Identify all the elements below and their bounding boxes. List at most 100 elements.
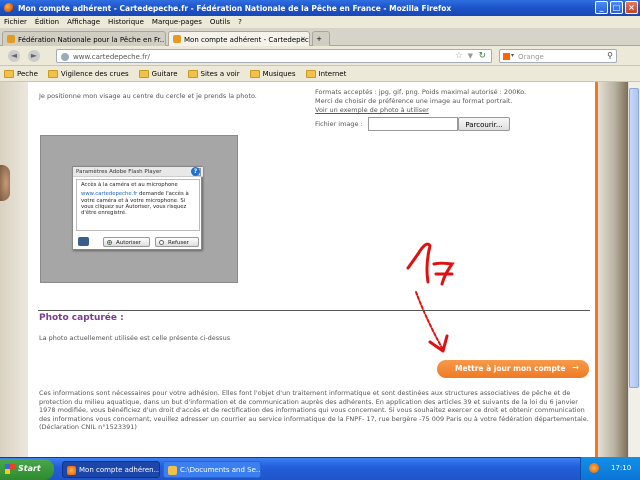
site-identity-icon bbox=[61, 53, 69, 61]
flash-heading: Accès à la caméra et au microphone bbox=[81, 182, 178, 188]
url-bar[interactable]: www.cartedepeche.fr/ ☆ ▼ ↻ bbox=[56, 49, 492, 63]
deny-button[interactable]: Refuser bbox=[155, 237, 199, 247]
menu-bar: Fichier Édition Affichage Historique Mar… bbox=[0, 16, 640, 28]
bookmark-star-icon[interactable]: ☆ bbox=[455, 51, 463, 61]
taskbar-item-explorer[interactable]: C:\Documents and Se... bbox=[163, 461, 261, 478]
tab-federation[interactable]: Fédération Nationale pour la Pêche en Fr… bbox=[2, 31, 166, 46]
firefox-icon bbox=[67, 466, 76, 475]
minimize-button[interactable]: _ bbox=[595, 1, 608, 14]
menu-affichage[interactable]: Affichage bbox=[67, 18, 100, 26]
arrow-right-icon: → bbox=[572, 363, 579, 372]
bookmark-label: Musiques bbox=[262, 69, 296, 78]
bookmarks-toolbar: Peche Vigilence des crues Guitare Sites … bbox=[0, 66, 640, 82]
tab-bar: Fédération Nationale pour la Pêche en Fr… bbox=[0, 28, 640, 46]
window-title: Mon compte adhérent - Cartedepeche.fr - … bbox=[18, 3, 452, 13]
page-background-right bbox=[598, 82, 628, 457]
deny-label: Refuser bbox=[168, 240, 189, 246]
orange-logo-icon bbox=[503, 53, 510, 60]
page-background-left bbox=[0, 82, 28, 457]
bookmark-folder-musiques[interactable]: Musiques bbox=[249, 69, 296, 78]
taskbar-item-label: Mon compte adhéren... bbox=[79, 466, 160, 474]
new-tab-button[interactable]: + bbox=[312, 31, 330, 46]
folder-icon bbox=[187, 69, 198, 78]
bookmark-label: Sites a voir bbox=[200, 69, 240, 78]
reload-icon[interactable]: ↻ bbox=[478, 51, 486, 61]
example-photo-link[interactable]: Voir un exemple de photo à utiliser bbox=[315, 106, 429, 114]
allow-radio-icon bbox=[107, 240, 112, 245]
back-button[interactable]: ◄ bbox=[8, 50, 20, 62]
folder-icon bbox=[47, 69, 58, 78]
firefox-icon bbox=[4, 3, 14, 13]
bookmark-label: Internet bbox=[318, 69, 347, 78]
start-label: Start bbox=[18, 464, 41, 473]
deny-radio-icon bbox=[159, 240, 164, 245]
update-account-label: Mettre à jour mon compte bbox=[455, 364, 566, 373]
navigation-bar: ◄ ► www.cartedepeche.fr/ ☆ ▼ ↻ ▾ Orange … bbox=[0, 46, 640, 66]
flash-dialog-title: Paramètres Adobe Flash Player x bbox=[73, 167, 203, 177]
flash-permission-dialog: Paramètres Adobe Flash Player x Accès à … bbox=[72, 166, 203, 250]
menu-outils[interactable]: Outils bbox=[210, 18, 230, 26]
legal-notice: Ces informations sont nécessaires pour v… bbox=[39, 389, 589, 432]
bookmark-label: Vigilence des crues bbox=[60, 69, 129, 78]
search-icon[interactable]: ⚲ bbox=[607, 51, 613, 60]
camera-instruction: Je positionne mon visage au centre du ce… bbox=[39, 92, 257, 100]
folder-icon bbox=[305, 69, 316, 78]
bookmark-label: Guitare bbox=[151, 69, 178, 78]
menu-historique[interactable]: Historique bbox=[108, 18, 144, 26]
folder-icon bbox=[249, 69, 260, 78]
formats-line-1: Formats acceptés : jpg, gif, png. Poids … bbox=[315, 88, 527, 96]
system-tray: 17:10 bbox=[580, 457, 640, 480]
formats-line-2: Merci de choisir de préférence une image… bbox=[315, 97, 513, 105]
allow-button[interactable]: Autoriser bbox=[103, 237, 150, 247]
section-divider bbox=[38, 310, 590, 311]
bookmark-folder-peche[interactable]: Peche bbox=[4, 69, 38, 78]
url-text: www.cartedepeche.fr/ bbox=[73, 53, 150, 61]
search-engine-dropdown-icon[interactable]: ▾ bbox=[511, 52, 514, 59]
tab-label: Mon compte adhérent - Cartedepeche.fr ..… bbox=[184, 36, 309, 44]
forward-button[interactable]: ► bbox=[28, 50, 40, 62]
bookmark-folder-guitare[interactable]: Guitare bbox=[138, 69, 178, 78]
taskbar-item-firefox[interactable]: Mon compte adhéren... bbox=[62, 461, 160, 478]
update-account-button[interactable]: Mettre à jour mon compte → bbox=[437, 360, 589, 378]
flash-dialog-body: Accès à la caméra et au microphone www.c… bbox=[76, 179, 200, 231]
menu-fichier[interactable]: Fichier bbox=[4, 18, 27, 26]
menu-edition[interactable]: Édition bbox=[35, 18, 59, 26]
browse-button[interactable]: Parcourir... bbox=[458, 117, 510, 131]
window-title-bar: Mon compte adhérent - Cartedepeche.fr - … bbox=[0, 0, 640, 16]
help-icon[interactable]: ? bbox=[191, 167, 200, 176]
windows-logo-icon bbox=[5, 464, 15, 474]
start-button[interactable]: Start bbox=[0, 459, 54, 480]
clock: 17:10 bbox=[611, 464, 632, 472]
taskbar-item-label: C:\Documents and Se... bbox=[180, 466, 261, 474]
bookmark-folder-internet[interactable]: Internet bbox=[305, 69, 347, 78]
menu-help[interactable]: ? bbox=[238, 18, 242, 26]
file-input[interactable] bbox=[368, 117, 458, 131]
scrollbar-thumb[interactable] bbox=[629, 88, 639, 388]
bookmark-folder-sites[interactable]: Sites a voir bbox=[187, 69, 240, 78]
folder-icon bbox=[4, 69, 14, 78]
search-box[interactable]: ▾ Orange ⚲ bbox=[499, 49, 617, 63]
tab-close-icon[interactable]: × bbox=[300, 35, 306, 43]
search-placeholder: Orange bbox=[518, 53, 544, 61]
flash-dialog-title-text: Paramètres Adobe Flash Player bbox=[76, 169, 162, 175]
maximize-button[interactable]: □ bbox=[610, 1, 623, 14]
annotation-arrow bbox=[406, 242, 455, 353]
menu-marque-pages[interactable]: Marque-pages bbox=[152, 18, 202, 26]
site-favicon-icon bbox=[173, 35, 181, 43]
flash-site-link: www.cartedepeche.fr bbox=[81, 191, 138, 198]
background-photo bbox=[0, 165, 10, 201]
webcam-icon bbox=[78, 237, 89, 246]
file-label: Fichier image : bbox=[315, 120, 363, 128]
url-dropdown-icon[interactable]: ▼ bbox=[468, 52, 473, 60]
tab-label: Fédération Nationale pour la Pêche en Fr… bbox=[18, 36, 166, 44]
captured-photo-title: Photo capturée : bbox=[39, 313, 124, 323]
bookmark-label: Peche bbox=[17, 69, 38, 78]
close-button[interactable]: × bbox=[625, 1, 638, 14]
tab-mon-compte[interactable]: Mon compte adhérent - Cartedepeche.fr ..… bbox=[168, 31, 310, 46]
folder-icon bbox=[168, 466, 177, 475]
tray-firefox-icon[interactable] bbox=[589, 463, 599, 473]
bookmark-folder-vigilence[interactable]: Vigilence des crues bbox=[47, 69, 129, 78]
site-favicon-icon bbox=[7, 35, 15, 43]
folder-icon bbox=[138, 69, 149, 78]
allow-label: Autoriser bbox=[116, 240, 142, 246]
